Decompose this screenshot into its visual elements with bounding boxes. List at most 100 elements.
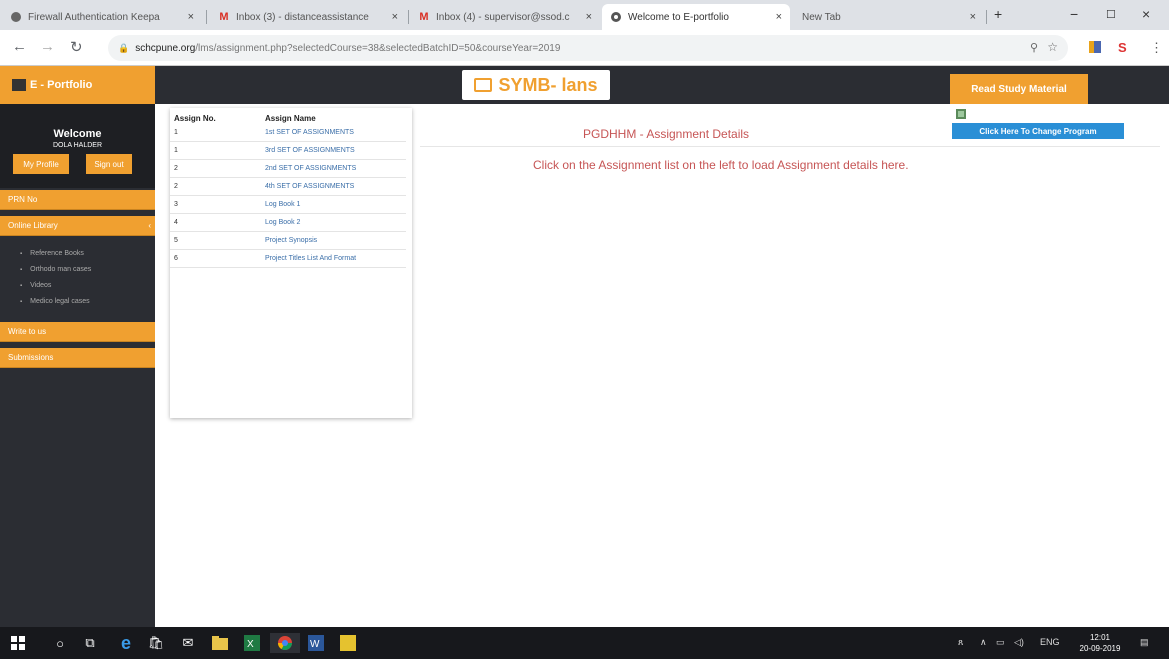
volume-icon[interactable]: ◁) (1014, 637, 1024, 648)
notifications-icon[interactable]: ▤ (1140, 637, 1149, 648)
task-view-icon[interactable]: ⧉ (80, 633, 100, 653)
brand-label: E - Portfolio (30, 79, 93, 91)
library-item-cases[interactable]: Orthodo man cases (20, 266, 91, 273)
library-item-videos[interactable]: Videos (20, 282, 51, 289)
assignment-details-title: PGDHHM - Assignment Details (583, 127, 750, 141)
tab-inbox-supervisor[interactable]: M Inbox (4) - supervisor@ssod.c × (410, 4, 600, 30)
read-study-material-button[interactable]: Read Study Material (950, 74, 1088, 104)
excel-icon[interactable]: X (242, 633, 262, 653)
gmail-icon: M (219, 11, 229, 23)
tab-label: Inbox (3) - distanceassistance (236, 11, 369, 23)
close-icon[interactable]: × (776, 11, 782, 23)
assign-no: 2 (174, 165, 178, 172)
window-close-button[interactable]: × (1142, 6, 1150, 22)
tab-new-tab[interactable]: New Tab × (794, 4, 984, 30)
assign-no: 2 (174, 183, 178, 190)
globe-icon (610, 11, 622, 23)
close-icon[interactable]: × (392, 11, 398, 23)
assignment-list: Assign No. Assign Name 1 1st SET OF ASSI… (170, 108, 412, 418)
sticky-notes-icon[interactable] (338, 633, 358, 653)
assign-name-link[interactable]: 2nd SET OF ASSIGNMENTS (265, 165, 356, 172)
zoom-icon[interactable]: ⚲ (1030, 41, 1038, 54)
brand[interactable]: E - Portfolio (0, 66, 155, 104)
word-icon[interactable]: W (306, 633, 326, 653)
svg-text:X: X (247, 639, 254, 650)
assign-name-link[interactable]: Project Titles List And Format (265, 255, 356, 262)
close-icon[interactable]: × (970, 11, 976, 23)
tab-label: Inbox (4) - supervisor@ssod.c (436, 11, 570, 23)
browser-toolbar: ← → ↻ 🔒 schcpune.org/lms/assignment.php?… (0, 30, 1169, 66)
library-item-reference-books[interactable]: Reference Books (20, 250, 84, 257)
table-row[interactable]: 4 Log Book 2 (170, 215, 406, 232)
username: DOLA HALDER (52, 142, 103, 149)
chrome-icon[interactable] (270, 633, 300, 653)
network-icon[interactable]: ▭ (996, 637, 1005, 648)
menu-icon (12, 79, 26, 91)
bookmark-star-icon[interactable]: ☆ (1047, 40, 1058, 54)
reload-icon[interactable]: ↻ (70, 38, 83, 56)
language-indicator[interactable]: ENG (1040, 637, 1060, 647)
kebab-menu-icon[interactable]: ⋮ (1150, 40, 1163, 56)
clock[interactable]: 12:01 20-09-2019 (1075, 632, 1125, 654)
sidebar-item-online-library[interactable]: Online Library ‹ (0, 216, 155, 236)
symb-lans-logo: SYMB- lans (462, 70, 610, 100)
logo-text: SYMB- lans (498, 74, 598, 95)
assign-name-link[interactable]: 1st SET OF ASSIGNMENTS (265, 129, 354, 136)
assign-name-link[interactable]: 4th SET OF ASSIGNMENTS (265, 183, 354, 190)
chevron-up-icon[interactable]: ∧ (980, 637, 987, 648)
sidebar-item-submissions[interactable]: Submissions (0, 348, 155, 368)
store-icon[interactable]: 🛍 (146, 633, 166, 653)
address-bar[interactable]: 🔒 schcpune.org/lms/assignment.php?select… (108, 35, 1068, 61)
back-arrow-icon[interactable]: ← (12, 38, 27, 55)
tab-firewall[interactable]: Firewall Authentication Keepa × (2, 4, 202, 30)
lock-icon: 🔒 (118, 42, 130, 53)
close-icon[interactable]: × (188, 11, 194, 23)
mail-icon[interactable]: ✉ (178, 633, 198, 653)
file-explorer-icon[interactable] (210, 633, 230, 653)
table-row[interactable]: 5 Project Synopsis (170, 233, 406, 250)
shield-icon (10, 11, 22, 23)
assign-no: 1 (174, 129, 178, 136)
extension-icon[interactable] (1088, 40, 1102, 57)
sidebar-item-prn-no[interactable]: PRN No (0, 190, 155, 210)
program-icon (956, 109, 966, 122)
table-row[interactable]: 3 Log Book 1 (170, 197, 406, 214)
table-row[interactable]: 2 2nd SET OF ASSIGNMENTS (170, 161, 406, 178)
table-row[interactable]: 2 4th SET OF ASSIGNMENTS (170, 179, 406, 196)
forward-arrow-icon[interactable]: → (40, 38, 55, 55)
assign-no: 4 (174, 219, 178, 226)
assign-name-link[interactable]: Log Book 2 (265, 219, 300, 226)
sidebar-item-label: PRN No (8, 195, 38, 204)
assign-no: 6 (174, 255, 178, 262)
sidebar-item-write-to-us[interactable]: Write to us (0, 322, 155, 342)
minimize-button[interactable]: − (1070, 6, 1078, 22)
assign-name-link[interactable]: Project Synopsis (265, 237, 317, 244)
new-tab-button[interactable]: + (994, 6, 1002, 22)
tab-label: Welcome to E-portfolio (628, 11, 729, 23)
chevron-icon: ‹ (148, 221, 151, 230)
assign-name-link[interactable]: 3rd SET OF ASSIGNMENTS (265, 147, 355, 154)
assign-name-link[interactable]: Log Book 1 (265, 201, 300, 208)
monitor-icon (474, 78, 493, 92)
table-row[interactable]: 1 1st SET OF ASSIGNMENTS (170, 125, 406, 142)
change-program-button[interactable]: Click Here To Change Program (952, 123, 1124, 139)
windows-start-icon[interactable] (8, 633, 28, 653)
people-icon[interactable]: ጸ (958, 637, 963, 648)
table-row[interactable]: 1 3rd SET OF ASSIGNMENTS (170, 143, 406, 160)
tab-inbox-distance[interactable]: M Inbox (3) - distanceassistance × (210, 4, 406, 30)
library-item-medico-legal[interactable]: Medico legal cases (20, 298, 90, 305)
welcome-title: Welcome (53, 128, 102, 140)
assign-no: 5 (174, 237, 178, 244)
windows-taskbar: ○ ⧉ e 🛍 ✉ X W ጸ ∧ ▭ ◁) ENG 12:01 20-09-2… (0, 627, 1169, 659)
extension-s-icon[interactable]: S (1118, 40, 1127, 55)
my-profile-button[interactable]: My Profile (13, 154, 69, 174)
edge-icon[interactable]: e (116, 633, 136, 653)
browser-tab-strip: Firewall Authentication Keepa × M Inbox … (0, 0, 1169, 30)
tab-e-portfolio[interactable]: Welcome to E-portfolio × (602, 4, 790, 30)
table-row[interactable]: 6 Project Titles List And Format (170, 251, 406, 268)
restore-button[interactable]: ☐ (1106, 8, 1116, 21)
col-header-assign-name: Assign Name (265, 114, 316, 123)
sign-out-button[interactable]: Sign out (86, 154, 132, 174)
close-icon[interactable]: × (586, 11, 592, 23)
search-icon[interactable]: ○ (50, 633, 70, 653)
